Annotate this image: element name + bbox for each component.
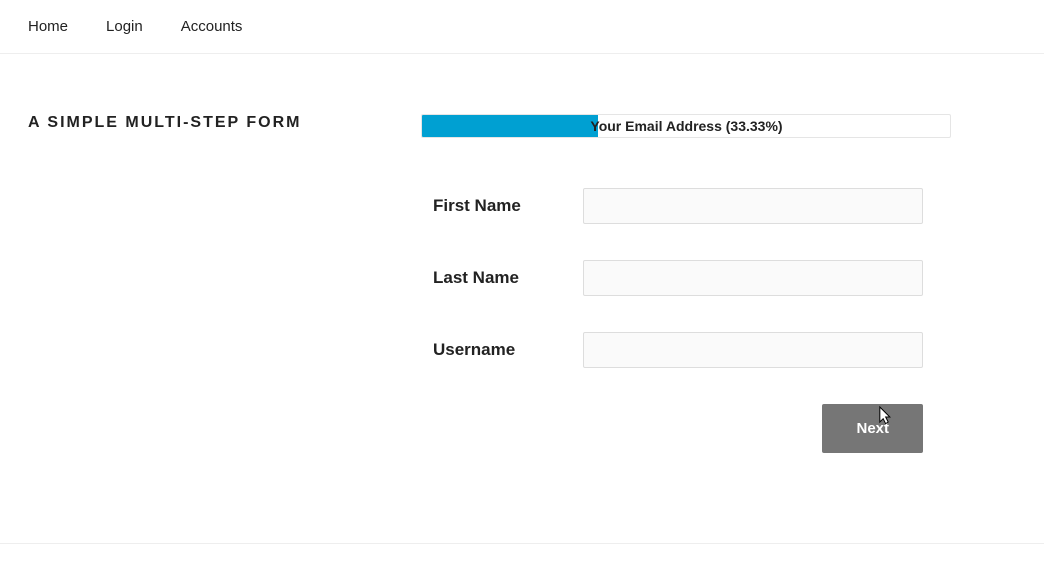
form-area: First Name Last Name Username Next <box>433 188 923 453</box>
nav-login[interactable]: Login <box>106 18 143 35</box>
header-row: A SIMPLE MULTI-STEP FORM Your Email Addr… <box>28 114 1016 138</box>
form-actions: Next <box>433 404 923 453</box>
progress-bar: Your Email Address (33.33%) <box>421 114 951 138</box>
username-label: Username <box>433 340 583 360</box>
next-button[interactable]: Next <box>822 404 923 453</box>
last-name-input[interactable] <box>583 260 923 296</box>
username-row: Username <box>433 332 923 368</box>
first-name-label: First Name <box>433 196 583 216</box>
username-input[interactable] <box>583 332 923 368</box>
last-name-row: Last Name <box>433 260 923 296</box>
progress-label: Your Email Address (33.33%) <box>590 118 782 134</box>
progress-fill <box>422 115 598 137</box>
nav-home[interactable]: Home <box>28 18 68 35</box>
first-name-row: First Name <box>433 188 923 224</box>
main-content: A SIMPLE MULTI-STEP FORM Your Email Addr… <box>0 54 1044 544</box>
navbar: Home Login Accounts <box>0 0 1044 54</box>
last-name-label: Last Name <box>433 268 583 288</box>
page-title: A SIMPLE MULTI-STEP FORM <box>28 114 301 132</box>
first-name-input[interactable] <box>583 188 923 224</box>
nav-accounts[interactable]: Accounts <box>181 18 243 35</box>
